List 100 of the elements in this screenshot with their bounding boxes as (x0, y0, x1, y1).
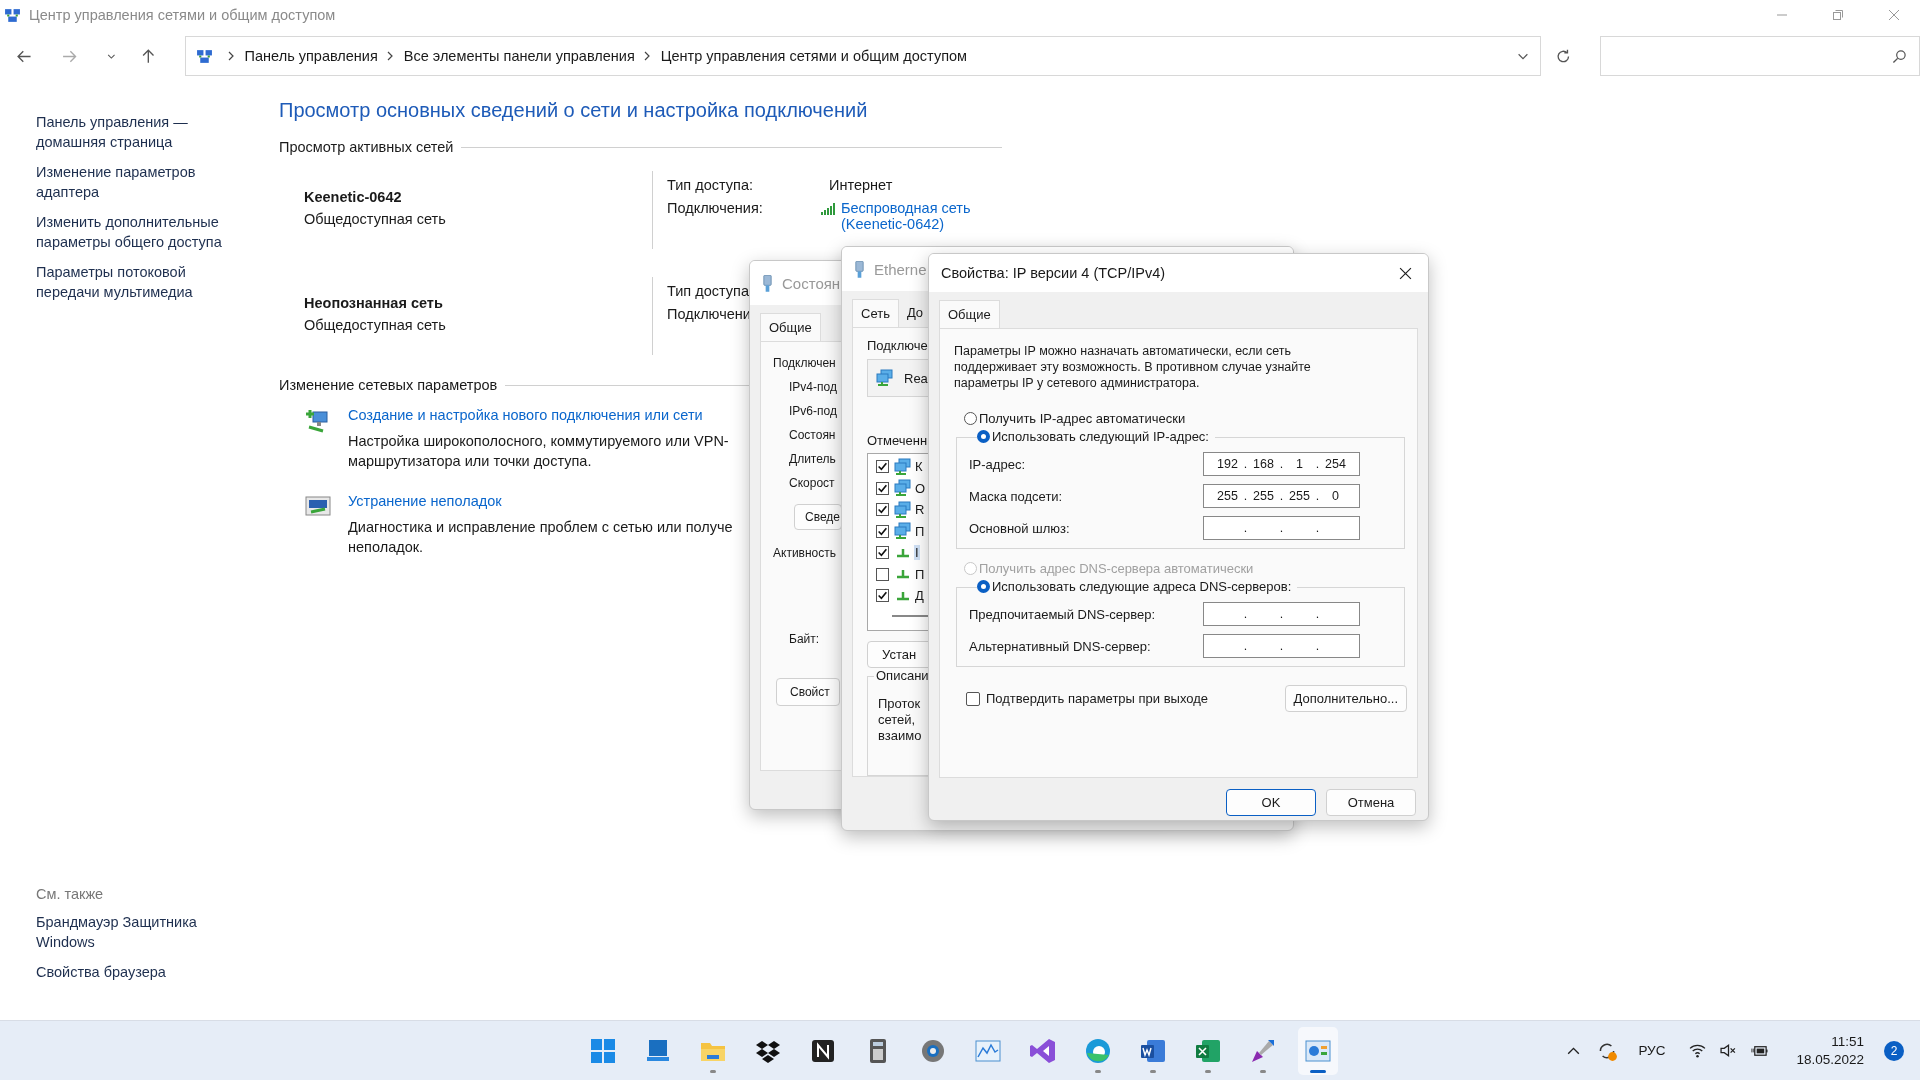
cable-plug-icon (854, 260, 865, 278)
component-item[interactable]: К (914, 459, 924, 475)
restore-icon[interactable] (1832, 9, 1844, 21)
detail-label: Подключения: (667, 200, 764, 216)
component-item[interactable]: О (914, 480, 927, 496)
search-icon (1892, 48, 1907, 64)
details-button[interactable]: Сведе (794, 504, 842, 530)
adapter-name: Rea (904, 370, 928, 386)
connection-link[interactable]: Беспроводная сеть (Keenetic-0642) (841, 200, 981, 232)
detail-label: Подключени (667, 306, 752, 322)
protocol-icon (896, 547, 910, 558)
ip-address-field[interactable]: 192 . 168 . 1 . 254 (1203, 452, 1360, 476)
dialog-title: Etherne (874, 260, 927, 278)
section-heading: Изменение сетевых параметров (279, 377, 498, 393)
see-also-heading: См. также (36, 886, 105, 902)
network-name: Неопознанная сеть (304, 295, 444, 311)
field-label: Подключе (867, 338, 928, 353)
checkbox[interactable] (876, 546, 889, 560)
close-icon[interactable] (1399, 266, 1412, 280)
tab[interactable]: Сеть (852, 299, 899, 327)
task-link[interactable]: Создание и настройка нового подключения или сети (348, 407, 729, 423)
component-item[interactable]: I (914, 545, 920, 561)
page-heading: Просмотр основных сведений о сети и настройка подключений (279, 99, 869, 122)
ip-address-field[interactable]: . . . (1203, 516, 1360, 540)
notification-badge[interactable]: 2 (1884, 1040, 1904, 1061)
sidebar-link[interactable]: Изменение параметров адаптера (36, 162, 236, 202)
task-link[interactable]: Устранение неполадок (348, 493, 733, 509)
properties-button[interactable]: Свойст (776, 678, 840, 706)
task-description: неполадок. (348, 538, 425, 557)
signal-bars-icon (821, 203, 837, 215)
clock-time[interactable]: 11:51 (1831, 1034, 1864, 1049)
network-computers-icon (876, 369, 894, 387)
status-label: Скорост (788, 476, 835, 490)
ip-address-field[interactable]: . . . (1203, 602, 1360, 626)
sidebar-link[interactable]: Панель управления — домашняя страница (36, 112, 236, 152)
network-computers-icon (894, 500, 912, 519)
protocol-icon (896, 590, 910, 601)
network-computers-icon (894, 522, 912, 541)
radio-option[interactable]: Использовать следующие адреса DNS-серверов: (977, 579, 1298, 594)
ok-button[interactable]: OK (1226, 789, 1316, 816)
detail-value: Интернет (829, 177, 893, 193)
network-center-icon (4, 6, 21, 24)
checkbox[interactable] (876, 460, 889, 474)
search-field[interactable] (1599, 36, 1920, 76)
component-item[interactable]: R (914, 502, 926, 518)
address-bar[interactable]: Панель управления Все элементы панели управления Центр управления сетями и общим доступом (184, 36, 1542, 76)
cable-plug-icon (762, 274, 773, 292)
sidebar-link[interactable]: Брандмауэр Защитника Windows (36, 912, 236, 952)
network-name: Keenetic-0642 (304, 189, 403, 205)
language-indicator[interactable]: РУС (1638, 1043, 1666, 1058)
tab[interactable]: До (898, 299, 932, 327)
description-text: взаимо (878, 728, 922, 744)
field-label: Маска подсети: (969, 488, 1063, 504)
wifi-icon[interactable] (1689, 1042, 1707, 1059)
field-label: Отмеченн (867, 433, 928, 448)
dialog-title: Состоян (782, 274, 841, 292)
clock-date[interactable]: 18.05.2022 (1796, 1052, 1864, 1067)
chevron-right-icon (642, 50, 651, 62)
network-category: Общедоступная сеть (304, 211, 447, 227)
status-label: IPv6-под (788, 404, 837, 418)
section-label: Подключен (773, 356, 836, 370)
checkbox-option[interactable]: Подтвердить параметры при выходе (966, 691, 1209, 706)
sidebar-link[interactable]: Свойства браузера (36, 962, 236, 982)
muted-speaker-icon[interactable] (1720, 1042, 1738, 1059)
task-description: маршрутизатора или точки доступа. (348, 452, 593, 471)
control-panel-icon[interactable] (1298, 1026, 1338, 1075)
ip-address-field[interactable]: . . . (1203, 634, 1360, 658)
window-title: Центр управления сетями и общим доступом (29, 7, 336, 23)
breadcrumb[interactable]: Центр управления сетями и общим доступом (660, 48, 968, 64)
component-item[interactable]: П (914, 566, 926, 582)
tab[interactable]: Общие (760, 313, 821, 341)
intro-text: Параметры IP можно назначать автоматически, если сеть поддерживает эту возможность. В противном случае узнайте параметры IP у сетевого администратора. (954, 343, 1312, 391)
bytes-label: Байт: (788, 632, 820, 646)
checkbox[interactable] (876, 481, 889, 495)
breadcrumb[interactable]: Панель управления (244, 48, 378, 64)
network-computers-icon (894, 457, 912, 476)
description-text: сетей, (878, 712, 916, 728)
checkbox[interactable] (876, 567, 889, 581)
radio-option[interactable]: Использовать следующий IP-адрес: (977, 429, 1215, 444)
network-center-icon (195, 47, 213, 65)
status-label: Состоян (788, 428, 836, 442)
network-computers-icon (894, 479, 912, 498)
refresh-icon[interactable] (1555, 47, 1572, 65)
tab[interactable]: Общие (939, 300, 1000, 328)
chevron-right-icon (226, 50, 235, 62)
checkbox[interactable] (876, 589, 889, 603)
description-text: Проток (878, 696, 921, 712)
advanced-button[interactable]: Дополнительно... (1284, 685, 1407, 712)
breadcrumb[interactable]: Все элементы панели управления (403, 48, 635, 64)
ip-address-field[interactable]: 255 . 255 . 255 . 0 (1203, 484, 1360, 508)
component-item[interactable]: П (914, 523, 926, 539)
cancel-button[interactable]: Отмена (1326, 789, 1416, 816)
sidebar-link[interactable]: Параметры потоковой передачи мультимедиа (36, 262, 236, 302)
sidebar-link[interactable]: Изменить дополнительные параметры общего доступа (36, 212, 236, 252)
component-item[interactable]: Д (914, 588, 925, 604)
task-description: Настройка широкополосного, коммутируемого или VPN- (348, 432, 729, 451)
section-label: Активность (773, 546, 836, 560)
radio-option[interactable]: Получить IP-адрес автоматически (964, 411, 1186, 426)
checkbox[interactable] (876, 503, 889, 517)
checkbox[interactable] (876, 524, 889, 538)
